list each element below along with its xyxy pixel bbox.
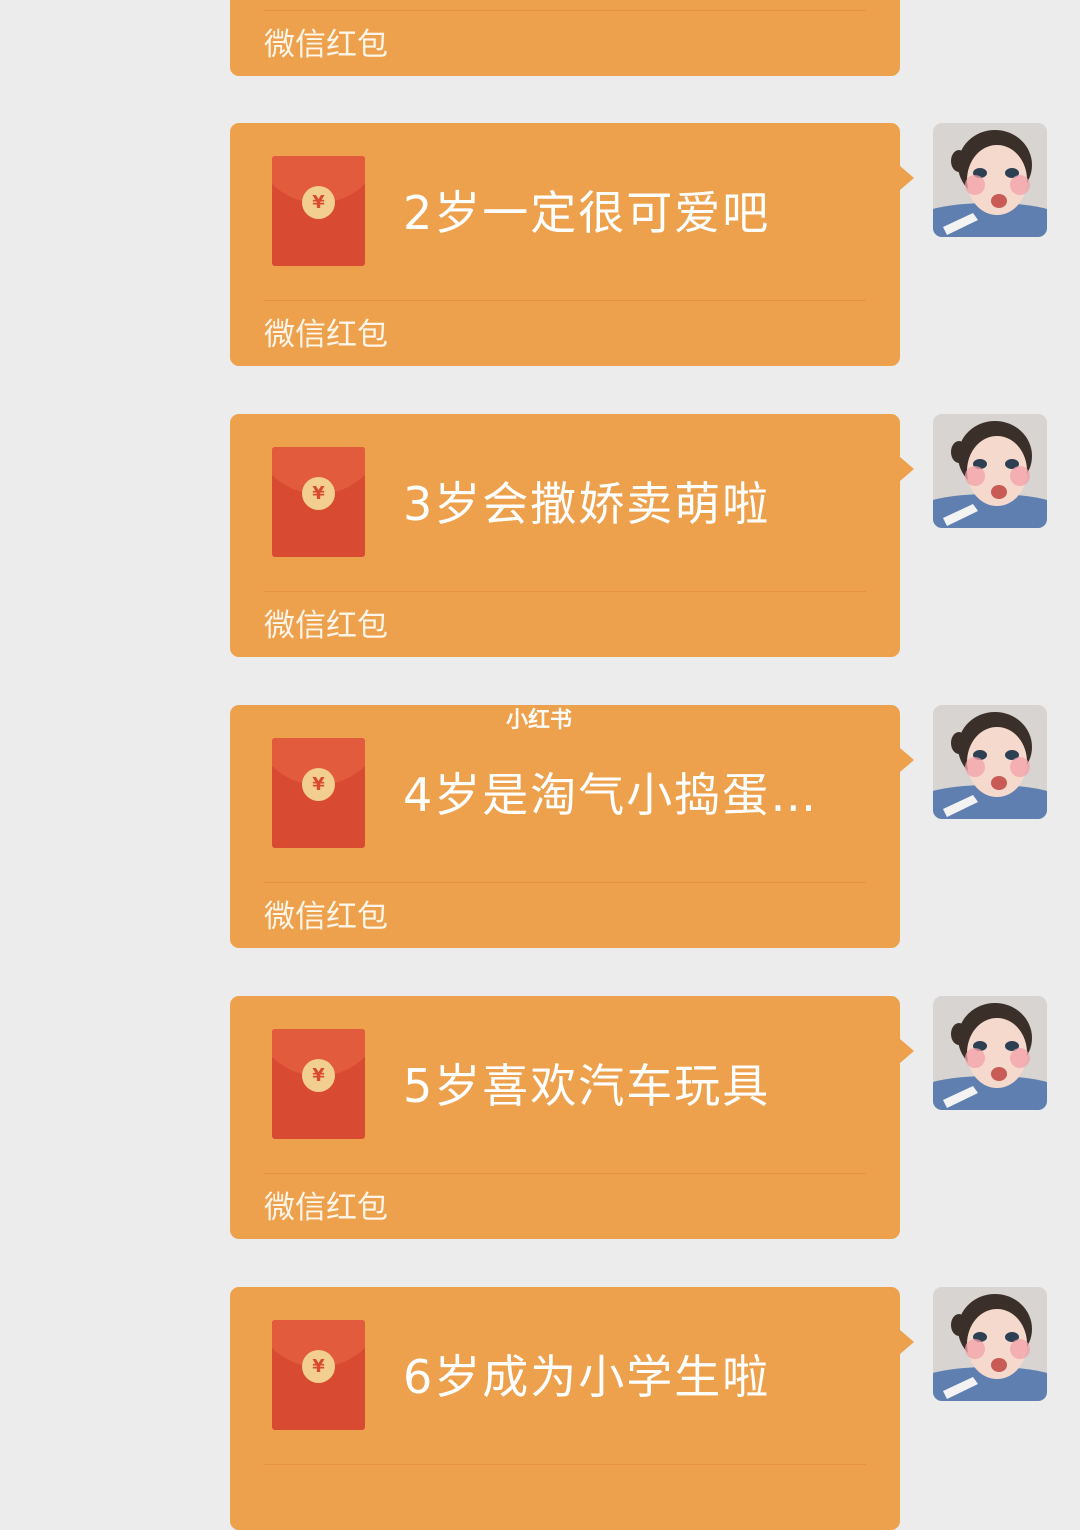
bubble-divider bbox=[264, 882, 866, 883]
red-packet-bubble-partial[interactable]: 微信红包 bbox=[230, 0, 900, 76]
red-packet-label: 微信红包 bbox=[264, 608, 388, 644]
baby-avatar-icon[interactable] bbox=[933, 996, 1047, 1110]
bubble-divider bbox=[264, 1173, 866, 1174]
baby-avatar-icon[interactable] bbox=[933, 705, 1047, 819]
red-envelope-icon: ¥ bbox=[272, 156, 365, 266]
red-packet-label: 微信红包 bbox=[264, 27, 388, 63]
message-row: ¥ 6岁成为小学生啦 bbox=[0, 1287, 1080, 1530]
message-row: ¥ 5岁喜欢汽车玩具 微信红包 bbox=[0, 996, 1080, 1239]
red-envelope-icon: ¥ bbox=[272, 1029, 365, 1139]
red-envelope-icon: ¥ bbox=[272, 1320, 365, 1430]
bubble-divider bbox=[264, 10, 866, 11]
bubble-divider bbox=[264, 1464, 866, 1465]
xiaohongshu-watermark: 小红书 bbox=[506, 708, 573, 733]
message-row-partial: 微信红包 bbox=[0, 0, 1080, 76]
red-packet-bubble[interactable]: ¥ 4岁是淘气小捣蛋… 微信红包 bbox=[230, 705, 914, 948]
yuan-coin-icon: ¥ bbox=[302, 1350, 335, 1383]
red-packet-bubble[interactable]: ¥ 2岁一定很可爱吧 微信红包 bbox=[230, 123, 914, 366]
baby-avatar-icon[interactable] bbox=[933, 123, 1047, 237]
message-row: ¥ 4岁是淘气小捣蛋… 微信红包 bbox=[0, 705, 1080, 948]
red-packet-greeting: 6岁成为小学生啦 bbox=[403, 1350, 771, 1404]
yuan-coin-icon: ¥ bbox=[302, 1059, 335, 1092]
red-envelope-icon: ¥ bbox=[272, 447, 365, 557]
red-packet-greeting: 2岁一定很可爱吧 bbox=[403, 186, 771, 240]
baby-avatar-icon[interactable] bbox=[933, 414, 1047, 528]
yuan-coin-icon: ¥ bbox=[302, 768, 335, 801]
red-packet-bubble[interactable]: ¥ 3岁会撒娇卖萌啦 微信红包 bbox=[230, 414, 914, 657]
chat-window: 微信红包 ¥ 2岁一定很可爱吧 微信红包 ¥ 3岁会撒娇卖萌啦 微信红包 ¥ 4… bbox=[0, 0, 1080, 1530]
red-envelope-icon: ¥ bbox=[272, 738, 365, 848]
yuan-coin-icon: ¥ bbox=[302, 477, 335, 510]
baby-avatar-icon[interactable] bbox=[933, 1287, 1047, 1401]
red-packet-label: 微信红包 bbox=[264, 1190, 388, 1226]
message-row: ¥ 2岁一定很可爱吧 微信红包 bbox=[0, 123, 1080, 366]
red-packet-bubble[interactable]: ¥ 5岁喜欢汽车玩具 微信红包 bbox=[230, 996, 914, 1239]
red-packet-label: 微信红包 bbox=[264, 899, 388, 935]
bubble-divider bbox=[264, 300, 866, 301]
yuan-coin-icon: ¥ bbox=[302, 186, 335, 219]
red-packet-bubble[interactable]: ¥ 6岁成为小学生啦 bbox=[230, 1287, 914, 1530]
red-packet-greeting: 3岁会撒娇卖萌啦 bbox=[403, 477, 771, 531]
red-packet-greeting: 4岁是淘气小捣蛋… bbox=[403, 768, 819, 822]
message-row: ¥ 3岁会撒娇卖萌啦 微信红包 bbox=[0, 414, 1080, 657]
bubble-divider bbox=[264, 591, 866, 592]
red-packet-greeting: 5岁喜欢汽车玩具 bbox=[403, 1059, 771, 1113]
red-packet-label: 微信红包 bbox=[264, 317, 388, 353]
